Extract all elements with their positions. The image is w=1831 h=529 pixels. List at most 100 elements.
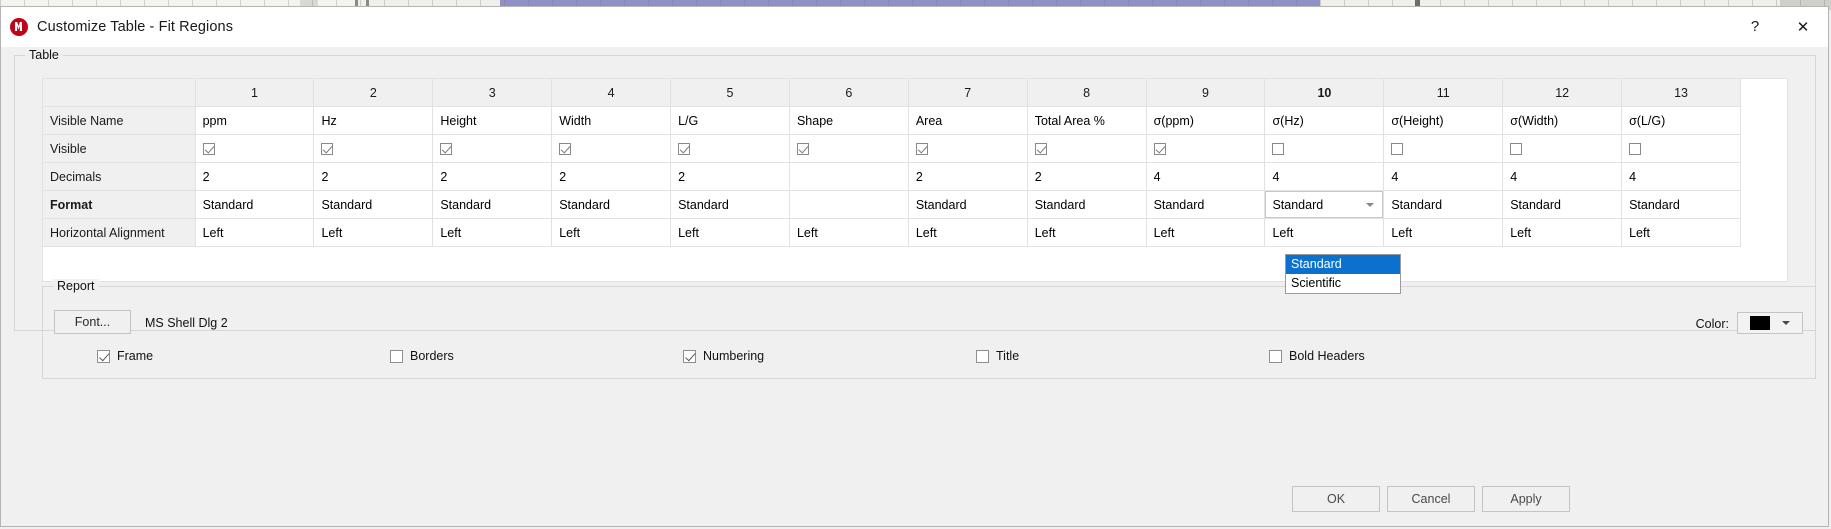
column-header-3[interactable]: 3 (432, 79, 553, 107)
format-cell-6[interactable] (789, 190, 909, 219)
checkbox-unchecked-icon[interactable] (1269, 349, 1282, 363)
checkbox-checked-icon[interactable] (683, 349, 696, 363)
horizontal-alignment-cell-4[interactable]: Left (551, 218, 672, 247)
column-header-13[interactable]: 13 (1621, 79, 1741, 107)
decimals-cell-7[interactable]: 2 (908, 162, 1028, 191)
checkbox-checked-icon[interactable] (678, 142, 691, 155)
visible-name-cell-8[interactable]: Total Area % (1027, 106, 1147, 135)
visible-checkbox-cell-10[interactable] (1264, 134, 1385, 163)
visible-checkbox-cell-11[interactable] (1383, 134, 1504, 163)
column-header-12[interactable]: 12 (1502, 79, 1623, 107)
font-button[interactable]: Font... (54, 310, 131, 334)
decimals-cell-13[interactable]: 4 (1621, 162, 1741, 191)
decimals-cell-9[interactable]: 4 (1146, 162, 1266, 191)
format-cell-13[interactable]: Standard (1621, 190, 1741, 219)
color-dropdown[interactable] (1737, 312, 1803, 334)
format-dropdown-popup[interactable]: Standard Scientific (1285, 254, 1401, 294)
visible-name-cell-3[interactable]: Height (432, 106, 553, 135)
horizontal-alignment-cell-8[interactable]: Left (1027, 218, 1147, 247)
checkbox-checked-icon[interactable] (1034, 142, 1047, 155)
column-header-1[interactable]: 1 (195, 79, 315, 107)
cancel-button[interactable]: Cancel (1387, 486, 1475, 512)
decimals-cell-1[interactable]: 2 (195, 162, 315, 191)
column-header-7[interactable]: 7 (908, 79, 1028, 107)
horizontal-alignment-cell-9[interactable]: Left (1146, 218, 1266, 247)
checkbox-unchecked-icon[interactable] (1391, 142, 1404, 155)
format-cell-8[interactable]: Standard (1027, 190, 1147, 219)
visible-name-cell-11[interactable]: σ(Height) (1383, 106, 1504, 135)
checkbox-unchecked-icon[interactable] (390, 349, 403, 363)
format-cell-3[interactable]: Standard (432, 190, 553, 219)
column-header-8[interactable]: 8 (1027, 79, 1147, 107)
horizontal-alignment-cell-11[interactable]: Left (1383, 218, 1504, 247)
apply-button[interactable]: Apply (1482, 486, 1570, 512)
horizontal-alignment-cell-13[interactable]: Left (1621, 218, 1741, 247)
visible-checkbox-cell-5[interactable] (670, 134, 790, 163)
column-header-4[interactable]: 4 (551, 79, 672, 107)
horizontal-alignment-cell-6[interactable]: Left (789, 218, 909, 247)
horizontal-alignment-cell-5[interactable]: Left (670, 218, 790, 247)
visible-name-cell-13[interactable]: σ(L/G) (1621, 106, 1741, 135)
checkbox-unchecked-icon[interactable] (1272, 142, 1285, 155)
checkbox-bold-headers[interactable]: Bold Headers (1269, 349, 1365, 363)
visible-checkbox-cell-9[interactable] (1146, 134, 1266, 163)
horizontal-alignment-cell-10[interactable]: Left (1264, 218, 1385, 247)
format-cell-1[interactable]: Standard (195, 190, 315, 219)
visible-checkbox-cell-1[interactable] (195, 134, 315, 163)
checkbox-checked-icon[interactable] (559, 142, 572, 155)
format-combobox-cell-10[interactable]: Standard (1264, 190, 1385, 219)
horizontal-alignment-cell-12[interactable]: Left (1502, 218, 1623, 247)
checkbox-checked-icon[interactable] (202, 142, 215, 155)
checkbox-checked-icon[interactable] (321, 142, 334, 155)
visible-name-cell-12[interactable]: σ(Width) (1502, 106, 1623, 135)
visible-name-cell-2[interactable]: Hz (313, 106, 434, 135)
format-combobox[interactable]: Standard (1265, 191, 1383, 218)
checkbox-checked-icon[interactable] (915, 142, 928, 155)
checkbox-checked-icon[interactable] (97, 349, 110, 363)
visible-name-cell-7[interactable]: Area (908, 106, 1028, 135)
column-header-5[interactable]: 5 (670, 79, 790, 107)
format-cell-11[interactable]: Standard (1383, 190, 1504, 219)
column-header-11[interactable]: 11 (1383, 79, 1504, 107)
checkbox-checked-icon[interactable] (1153, 142, 1166, 155)
visible-name-cell-5[interactable]: L/G (670, 106, 790, 135)
visible-name-cell-1[interactable]: ppm (195, 106, 315, 135)
column-header-6[interactable]: 6 (789, 79, 909, 107)
decimals-cell-3[interactable]: 2 (432, 162, 553, 191)
checkbox-frame[interactable]: Frame (97, 349, 153, 363)
horizontal-alignment-cell-7[interactable]: Left (908, 218, 1028, 247)
visible-name-cell-9[interactable]: σ(ppm) (1146, 106, 1266, 135)
checkbox-checked-icon[interactable] (796, 142, 809, 155)
visible-checkbox-cell-6[interactable] (789, 134, 909, 163)
visible-checkbox-cell-13[interactable] (1621, 134, 1741, 163)
visible-checkbox-cell-3[interactable] (432, 134, 553, 163)
format-cell-2[interactable]: Standard (313, 190, 434, 219)
checkbox-unchecked-icon[interactable] (1510, 142, 1523, 155)
decimals-cell-8[interactable]: 2 (1027, 162, 1147, 191)
format-option-scientific[interactable]: Scientific (1286, 274, 1400, 293)
ok-button[interactable]: OK (1292, 486, 1380, 512)
column-header-2[interactable]: 2 (313, 79, 434, 107)
checkbox-borders[interactable]: Borders (390, 349, 454, 363)
visible-name-cell-4[interactable]: Width (551, 106, 672, 135)
checkbox-checked-icon[interactable] (440, 142, 453, 155)
format-cell-4[interactable]: Standard (551, 190, 672, 219)
visible-checkbox-cell-4[interactable] (551, 134, 672, 163)
visible-checkbox-cell-12[interactable] (1502, 134, 1623, 163)
decimals-cell-5[interactable]: 2 (670, 162, 790, 191)
decimals-cell-12[interactable]: 4 (1502, 162, 1623, 191)
close-icon[interactable]: ✕ (1778, 7, 1828, 46)
format-cell-9[interactable]: Standard (1146, 190, 1266, 219)
checkbox-unchecked-icon[interactable] (976, 349, 989, 363)
visible-checkbox-cell-8[interactable] (1027, 134, 1147, 163)
column-header-9[interactable]: 9 (1146, 79, 1266, 107)
visible-checkbox-cell-7[interactable] (908, 134, 1028, 163)
column-header-10[interactable]: 10 (1264, 79, 1385, 107)
decimals-cell-11[interactable]: 4 (1383, 162, 1504, 191)
format-option-standard[interactable]: Standard (1286, 255, 1400, 274)
format-cell-12[interactable]: Standard (1502, 190, 1623, 219)
horizontal-alignment-cell-2[interactable]: Left (313, 218, 434, 247)
decimals-cell-2[interactable]: 2 (313, 162, 434, 191)
decimals-cell-10[interactable]: 4 (1264, 162, 1385, 191)
decimals-cell-4[interactable]: 2 (551, 162, 672, 191)
